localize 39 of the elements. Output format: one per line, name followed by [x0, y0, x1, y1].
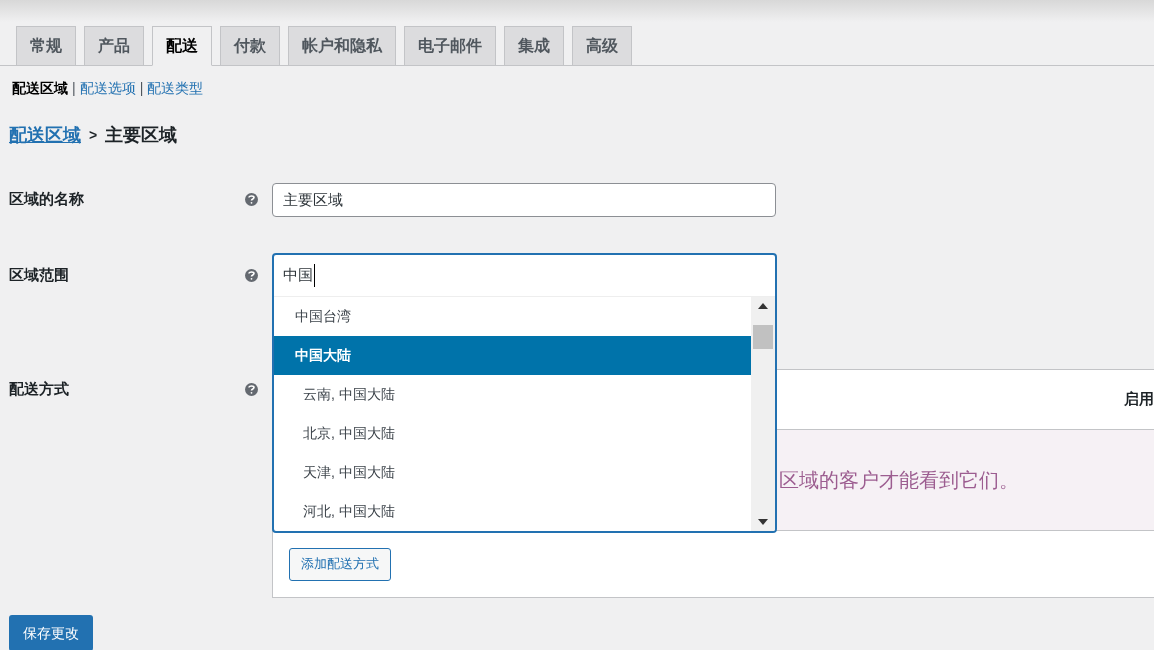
region-option[interactable]: 河北, 中国大陆 — [274, 492, 751, 531]
region-option[interactable]: 中国台湾 — [274, 297, 751, 336]
column-header: 启用 — [1124, 389, 1154, 410]
subnav-link[interactable]: 配送区域 — [12, 77, 68, 99]
scroll-up-icon[interactable] — [758, 303, 768, 309]
scrollbar[interactable] — [751, 297, 775, 531]
field-label: 区域的名称 — [9, 189, 84, 209]
scrollbar-thumb[interactable] — [753, 325, 773, 349]
settings-tab[interactable]: 高级 — [572, 26, 632, 65]
settings-tab[interactable]: 产品 — [84, 26, 144, 65]
notice-text: 区域的客户才能看到它们。 — [779, 468, 1019, 493]
settings-tab[interactable]: 集成 — [504, 26, 564, 65]
settings-tab[interactable]: 电子邮件 — [404, 26, 496, 65]
page-title: 主要区域 — [105, 123, 178, 147]
region-select-dropdown[interactable]: 中国 中国台湾 中国大陆 云南, 中国大陆 北京, 中国大陆 天津, 中国大陆 河北, 中国大陆 — [272, 253, 777, 533]
region-option[interactable]: 云南, 中国大陆 — [274, 375, 751, 414]
add-shipping-method-button[interactable]: 添加配送方式 — [289, 547, 391, 581]
zone-name-field[interactable]: 主要区域 — [272, 183, 776, 217]
scroll-down-icon[interactable] — [758, 519, 768, 525]
subnav-separator: | — [138, 78, 145, 98]
help-icon — [245, 269, 258, 282]
settings-tab[interactable]: 帐户和隐私 — [288, 26, 396, 65]
help-icon — [245, 193, 258, 206]
region-option[interactable]: 中国大陆 — [274, 336, 751, 375]
subnav-link[interactable]: 配送选项 — [79, 77, 136, 99]
subnav-link[interactable]: 配送类型 — [147, 77, 204, 99]
field-label: 配送方式 — [9, 379, 69, 399]
help-icon — [245, 383, 258, 396]
region-search-field[interactable]: 中国 — [283, 264, 315, 287]
subnav-separator: | — [71, 78, 77, 98]
region-option[interactable]: 北京, 中国大陆 — [274, 414, 751, 453]
settings-tab[interactable]: 常规 — [16, 26, 76, 65]
breadcrumb-link[interactable]: 配送区域 — [9, 121, 81, 149]
breadcrumb-separator: > — [89, 125, 98, 145]
settings-tab[interactable]: 配送 — [152, 26, 212, 66]
save-changes-button[interactable]: 保存更改 — [9, 615, 93, 650]
settings-tab[interactable]: 付款 — [220, 26, 280, 65]
field-label: 区域范围 — [9, 265, 69, 285]
region-option[interactable]: 天津, 中国大陆 — [274, 453, 751, 492]
